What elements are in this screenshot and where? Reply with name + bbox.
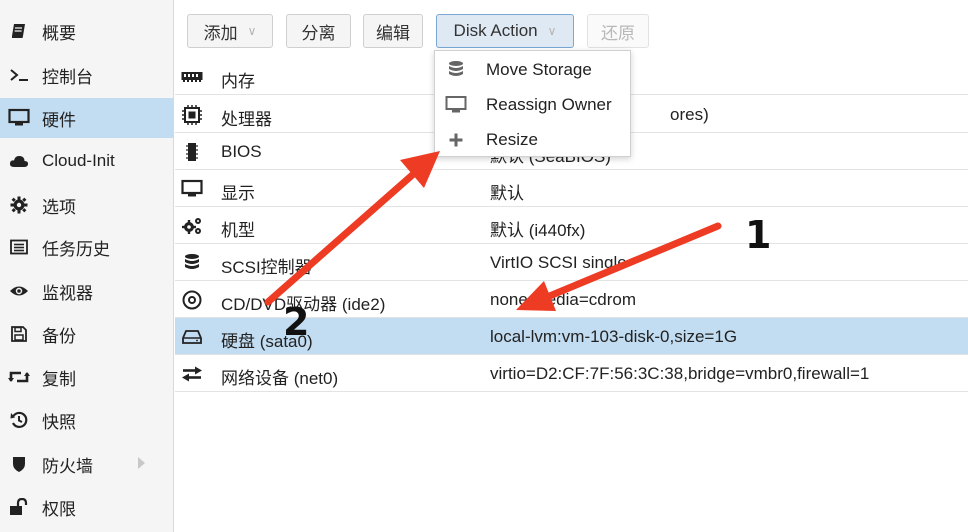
book-icon	[8, 20, 30, 42]
menu-item-label: Reassign Owner	[486, 95, 612, 114]
disk-action-menu: Move Storage Reassign Owner Resize	[434, 50, 631, 157]
history-icon	[8, 409, 30, 431]
unlock-icon	[8, 496, 30, 518]
table-row-display[interactable]: 显示 默认	[175, 170, 968, 207]
row-label: 网络设备 (net0)	[221, 369, 339, 388]
edit-button[interactable]: 编辑	[363, 14, 423, 48]
row-value: none,media=cdrom	[490, 290, 637, 309]
sidebar-item-label: 快照	[42, 412, 76, 432]
row-label: 内存	[221, 72, 255, 91]
row-label: SCSI控制器	[221, 258, 312, 277]
revert-button-label: 还原	[601, 23, 635, 43]
terminal-icon	[8, 64, 30, 86]
eye-icon	[8, 280, 30, 302]
chevron-right-icon[interactable]	[138, 457, 145, 469]
chevron-down-icon: ∨	[247, 24, 257, 38]
memory-icon	[181, 66, 203, 88]
sidebar: 概要 控制台 硬件 Cloud-Init 选项 任务历史 监视器 备份 复制 快…	[0, 0, 174, 532]
floppy-icon	[8, 323, 30, 345]
plus-icon	[445, 129, 467, 151]
exchange-icon	[181, 363, 203, 385]
row-value: ores)	[670, 105, 709, 124]
sidebar-item-label: 概要	[42, 23, 76, 43]
sidebar-item-firewall[interactable]: 防火墙	[0, 444, 174, 484]
detach-button[interactable]: 分离	[286, 14, 351, 48]
table-row-machine[interactable]: 机型 默认 (i440fx)	[175, 207, 968, 244]
database-icon	[181, 252, 203, 274]
revert-button[interactable]: 还原	[587, 14, 649, 48]
sidebar-item-label: Cloud-Init	[42, 151, 115, 170]
sidebar-item-cloud-init[interactable]: Cloud-Init	[0, 141, 174, 181]
sidebar-item-monitor[interactable]: 监视器	[0, 271, 174, 311]
row-value: 默认	[490, 184, 524, 203]
monitor-icon	[8, 107, 30, 129]
annotation-marker-2: 2	[283, 300, 310, 344]
sidebar-item-label: 任务历史	[42, 239, 110, 259]
row-value: local-lvm:vm-103-disk-0,size=1G	[490, 327, 738, 346]
menu-item-reassign-owner[interactable]: Reassign Owner	[435, 87, 630, 122]
sidebar-item-hardware[interactable]: 硬件	[0, 98, 174, 138]
row-value: virtio=D2:CF:7F:56:3C:38,bridge=vmbr0,fi…	[490, 364, 870, 383]
shield-icon	[8, 453, 30, 475]
disk-action-button[interactable]: Disk Action ∨	[436, 14, 574, 48]
list-icon	[8, 236, 30, 258]
sidebar-item-label: 权限	[42, 499, 76, 519]
row-value: VirtIO SCSI single	[490, 253, 627, 272]
database-icon	[445, 59, 467, 81]
retweet-icon	[8, 366, 30, 388]
sidebar-item-permissions[interactable]: 权限	[0, 487, 174, 527]
add-button[interactable]: 添加 ∨	[187, 14, 273, 48]
edit-button-label: 编辑	[376, 23, 410, 43]
cogs-icon	[181, 215, 203, 237]
display-icon	[181, 178, 203, 200]
add-button-label: 添加	[203, 23, 238, 43]
sidebar-item-summary[interactable]: 概要	[0, 11, 174, 51]
menu-item-move-storage[interactable]: Move Storage	[435, 52, 630, 87]
cdrom-icon	[181, 289, 203, 311]
menu-item-label: Move Storage	[486, 60, 592, 79]
cloud-icon	[8, 150, 30, 172]
desktop-icon	[445, 94, 467, 116]
table-row-network[interactable]: 网络设备 (net0) virtio=D2:CF:7F:56:3C:38,bri…	[175, 355, 968, 392]
row-label: BIOS	[221, 142, 262, 161]
sidebar-item-label: 硬件	[42, 110, 76, 130]
menu-item-label: Resize	[486, 130, 538, 149]
sidebar-item-label: 选项	[42, 197, 76, 217]
chip-icon	[181, 141, 203, 163]
disk-action-button-label: Disk Action	[453, 21, 538, 40]
sidebar-item-replication[interactable]: 复制	[0, 357, 174, 397]
sidebar-item-label: 防火墙	[42, 456, 93, 476]
row-label: 显示	[221, 184, 255, 203]
sidebar-item-backup[interactable]: 备份	[0, 314, 174, 354]
sidebar-item-label: 备份	[42, 326, 76, 346]
row-value: 默认 (i440fx)	[490, 221, 586, 240]
sidebar-item-snapshots[interactable]: 快照	[0, 400, 174, 440]
sidebar-item-label: 复制	[42, 369, 76, 389]
row-label: 处理器	[221, 110, 272, 129]
detach-button-label: 分离	[301, 23, 336, 43]
hdd-icon	[181, 326, 203, 348]
chevron-down-icon: ∨	[547, 24, 557, 38]
sidebar-item-options[interactable]: 选项	[0, 185, 174, 225]
table-row-scsi-controller[interactable]: SCSI控制器 VirtIO SCSI single	[175, 244, 968, 281]
row-label: 机型	[221, 221, 255, 240]
cpu-icon	[181, 104, 203, 126]
annotation-marker-1: 1	[745, 213, 772, 257]
sidebar-item-label: 监视器	[42, 283, 93, 303]
gear-icon	[8, 194, 30, 216]
sidebar-item-label: 控制台	[42, 67, 93, 87]
sidebar-item-console[interactable]: 控制台	[0, 55, 174, 95]
sidebar-item-task-history[interactable]: 任务历史	[0, 227, 174, 267]
menu-item-resize[interactable]: Resize	[435, 122, 630, 157]
